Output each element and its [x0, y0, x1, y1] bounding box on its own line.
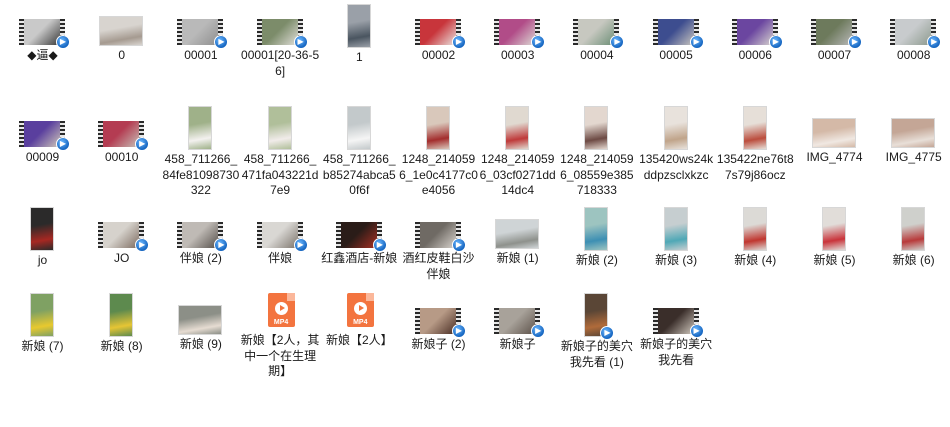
- image-thumbnail-icon: [426, 106, 450, 150]
- file-name: 00001[20-36-56]: [241, 48, 320, 78]
- file-name: 新娘【2人】: [325, 333, 393, 347]
- media-player-badge-icon: ▶: [689, 35, 704, 49]
- file-name: 00004: [580, 48, 614, 62]
- media-player-badge-icon: ▶: [600, 326, 615, 340]
- image-thumbnail-icon: [584, 207, 609, 251]
- file-name: 新娘 (6): [892, 253, 935, 267]
- file-grid: ▶ ◆逼◆ 0 ▶ 00001 ▶ 00001[20-36-56] 1 ▶ 00002 ▶ 00003…: [0, 0, 950, 427]
- file-name: 00010: [105, 150, 139, 164]
- mp4-tag: MP4: [273, 319, 289, 326]
- file-name: 新娘 (3): [655, 253, 698, 267]
- image-thumbnail-icon: [742, 207, 767, 251]
- media-player-badge-icon: ▶: [293, 35, 308, 49]
- file-name: 00009: [25, 150, 60, 164]
- media-player-badge-icon: ▶: [768, 35, 783, 49]
- file-name: 00002: [421, 48, 456, 62]
- media-player-badge-icon: ▶: [848, 35, 862, 49]
- file-name: 新娘子的美穴我先看: [640, 337, 713, 367]
- image-thumbnail-icon: [663, 106, 688, 150]
- media-player-badge-icon: ▶: [531, 35, 546, 49]
- file-name: IMG_4775: [885, 150, 942, 164]
- file-name: 135422ne76t87s79j86ocz: [716, 152, 794, 182]
- file-name: 新娘 (8): [100, 339, 143, 353]
- file-name: 新娘 (1): [496, 251, 539, 265]
- image-thumbnail-icon: [109, 293, 134, 337]
- media-player-badge-icon: ▶: [214, 35, 229, 49]
- media-player-badge-icon: ▶: [372, 238, 387, 252]
- media-player-badge-icon: ▶: [689, 324, 704, 338]
- file-name: 00005: [659, 48, 693, 62]
- mp4-file-icon: MP4: [346, 293, 374, 327]
- file-name: 新娘 (5): [813, 253, 856, 267]
- file-name: 135420ws24kddpzsclxkzc: [639, 152, 714, 182]
- media-player-badge-icon: ▶: [531, 324, 546, 338]
- file-name: 00008: [897, 48, 931, 62]
- media-player-badge-icon: ▶: [927, 35, 942, 49]
- mp4-tag: MP4: [353, 319, 368, 326]
- media-player-badge-icon: ▶: [610, 35, 625, 49]
- media-player-badge-icon: ▶: [452, 324, 466, 338]
- file-name: 00007: [817, 48, 852, 62]
- file-name: ◆逼◆: [27, 48, 58, 62]
- file-name: 新娘【2人，其中一个在生理期】: [240, 333, 320, 378]
- file-name: 新娘子 (2): [411, 337, 466, 351]
- file-name: 458_711266_471fa043221d7e9: [241, 152, 319, 197]
- media-player-badge-icon: ▶: [56, 35, 70, 49]
- media-player-badge-icon: ▶: [214, 238, 229, 252]
- file-name: 00006: [738, 48, 772, 62]
- image-thumbnail-icon: [30, 293, 54, 337]
- image-thumbnail-icon: [99, 16, 144, 46]
- file-name: 新娘 (4): [734, 253, 777, 267]
- file-name: 00003: [501, 48, 535, 62]
- image-thumbnail-icon: [178, 305, 223, 335]
- mp4-file-icon: MP4: [267, 293, 295, 327]
- image-thumbnail-icon: [188, 106, 213, 150]
- play-icon: [353, 302, 367, 315]
- image-thumbnail-icon: [901, 207, 926, 251]
- media-player-badge-icon: ▶: [452, 35, 466, 49]
- media-player-badge-icon: ▶: [56, 137, 70, 151]
- file-name: jo: [37, 253, 48, 267]
- file-name: 0: [118, 48, 126, 62]
- image-thumbnail-icon: [346, 106, 371, 150]
- file-name: 酒红皮鞋白沙伴娘: [402, 251, 475, 281]
- image-thumbnail-icon: [505, 106, 530, 150]
- image-thumbnail-icon: [267, 106, 292, 150]
- image-thumbnail-icon: [742, 106, 767, 150]
- file-name: 458_711266_b85274abca50f6f: [322, 152, 396, 197]
- file-name: 红鑫酒店-新娘: [321, 251, 398, 265]
- file-name: 新娘 (7): [21, 339, 64, 353]
- file-name: 新娘 (2): [575, 253, 618, 267]
- image-thumbnail-icon: [495, 219, 540, 249]
- play-icon: [274, 302, 288, 315]
- file-name: 1248_2140596_1e0c4177c0e4056: [399, 152, 478, 197]
- file-name: 新娘子的美穴我先看 (1): [560, 339, 633, 369]
- file-name: 00001: [184, 48, 218, 62]
- media-player-badge-icon: ▶: [135, 238, 150, 252]
- file-name: 伴娘: [268, 251, 293, 265]
- file-name: JO: [114, 251, 130, 265]
- media-player-badge-icon: ▶: [452, 238, 466, 252]
- media-player-badge-icon: ▶: [293, 238, 308, 252]
- file-name: 新娘 (9): [179, 337, 222, 351]
- file-name: 伴娘 (2): [179, 251, 222, 265]
- image-thumbnail-icon: [891, 118, 936, 148]
- image-thumbnail-icon: [812, 118, 856, 148]
- file-name: 1248_2140596_08559e385718333: [560, 152, 634, 197]
- image-thumbnail-icon: [663, 207, 688, 251]
- file-name: 458_711266_84fe81098730322: [162, 152, 240, 197]
- media-player-badge-icon: ▶: [135, 137, 150, 151]
- image-thumbnail-icon: [30, 207, 54, 251]
- image-thumbnail-icon: [822, 207, 846, 251]
- file-name: 新娘子: [499, 337, 536, 351]
- image-thumbnail-icon: [584, 106, 609, 150]
- file-name: IMG_4774: [806, 150, 863, 164]
- file-name: 1248_2140596_03cf0271dd14dc4: [479, 152, 556, 197]
- image-thumbnail-icon: [346, 4, 371, 48]
- file-name: 1: [355, 50, 363, 64]
